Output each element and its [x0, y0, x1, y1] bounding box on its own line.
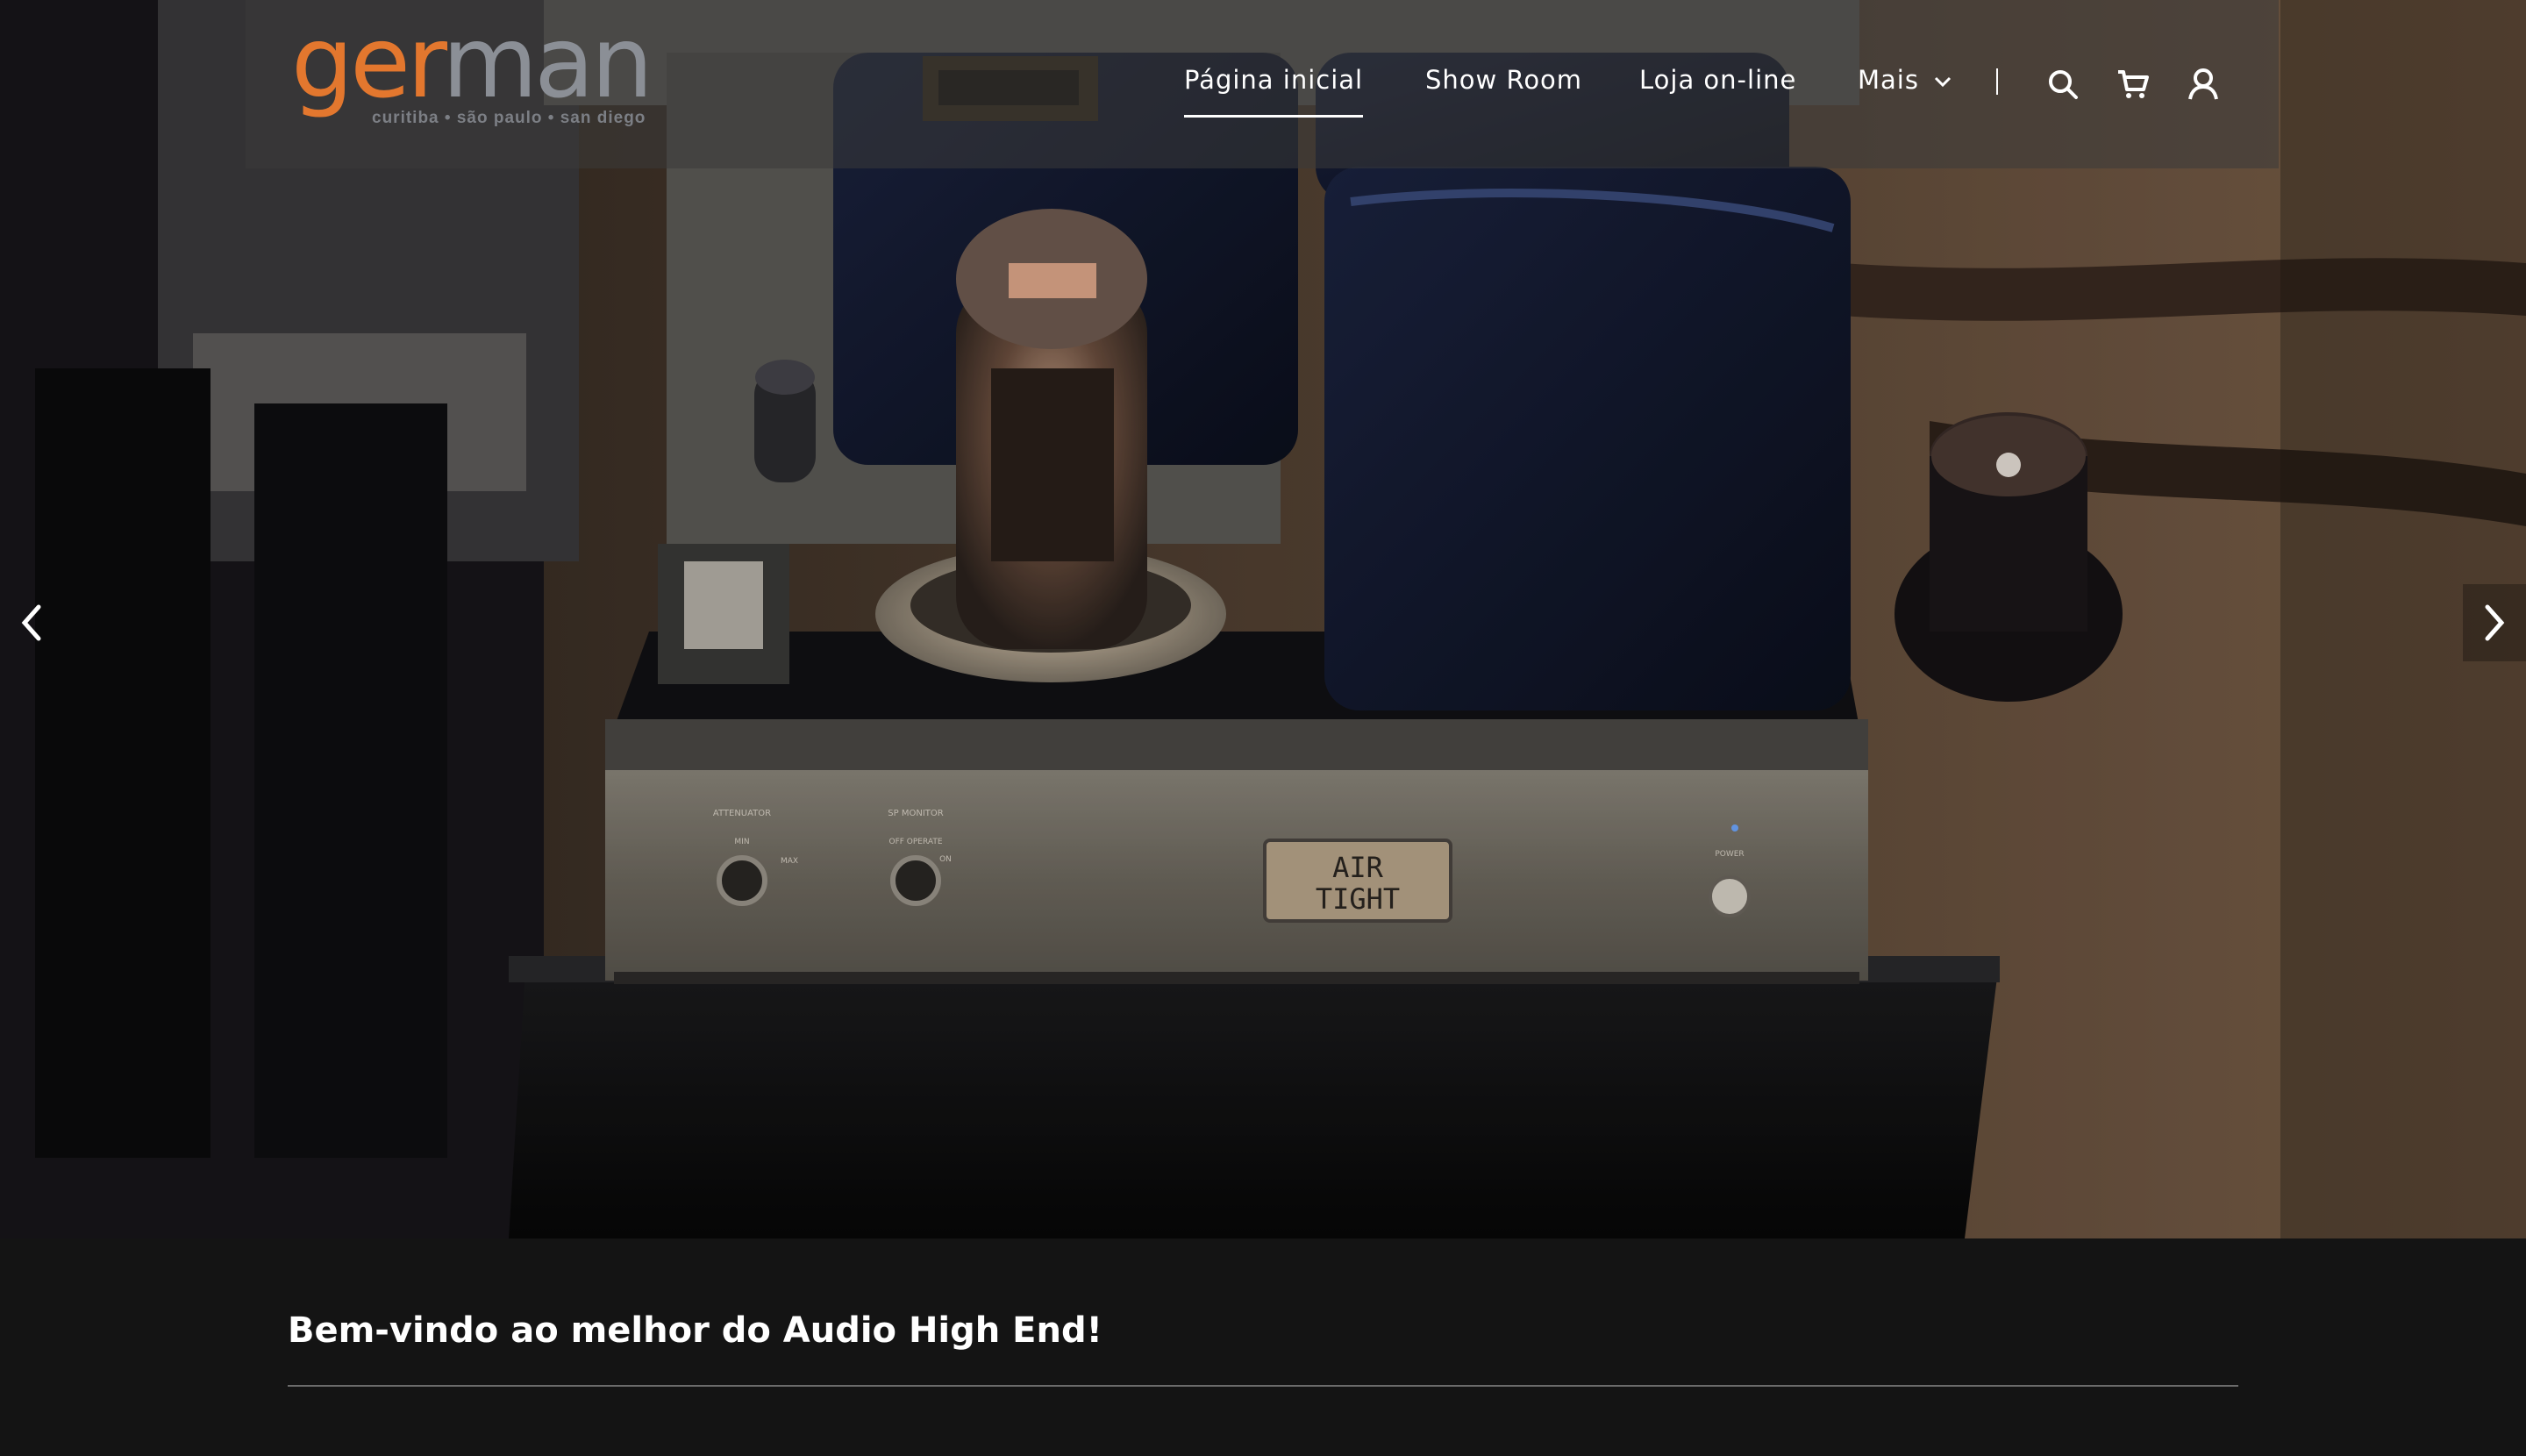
search-icon	[2049, 70, 2078, 99]
nav-item-show-room[interactable]: Show Room	[1425, 65, 1582, 95]
account-button[interactable]	[2184, 65, 2223, 103]
nav-item-home[interactable]: Página inicial	[1184, 65, 1364, 118]
user-icon	[2188, 68, 2218, 100]
nav-item-online-store[interactable]: Loja on-line	[1639, 65, 1796, 95]
main-nav: Página inicial Show Room Loja on-line Ma…	[246, 65, 2279, 118]
cart-button[interactable]	[2114, 65, 2152, 103]
logo-tagline: curitiba • são paulo • san diego	[372, 109, 646, 127]
slider-next-button[interactable]	[2463, 584, 2526, 661]
nav-item-more-label: Mais	[1858, 65, 1919, 95]
page: AIR TIGHT ATTENUATOR MIN MAX SP MONITOR …	[0, 0, 2526, 1456]
cart-icon	[2118, 70, 2149, 98]
hero-overlay	[0, 0, 2526, 1238]
nav-divider	[1996, 68, 1998, 95]
chevron-right-icon	[2485, 604, 2505, 641]
search-button[interactable]	[2044, 65, 2082, 103]
divider	[288, 1385, 2238, 1387]
chevron-down-icon	[1935, 76, 1952, 88]
chevron-left-icon	[21, 604, 41, 641]
site-header: german curitiba • são paulo • san diego …	[246, 0, 2279, 168]
hero-slider: AIR TIGHT ATTENUATOR MIN MAX SP MONITOR …	[0, 0, 2526, 1238]
welcome-heading: Bem-vindo ao melhor do Audio High End!	[288, 1310, 1102, 1351]
nav-item-more[interactable]: Mais	[1858, 65, 1952, 95]
slider-prev-button[interactable]	[0, 584, 63, 661]
